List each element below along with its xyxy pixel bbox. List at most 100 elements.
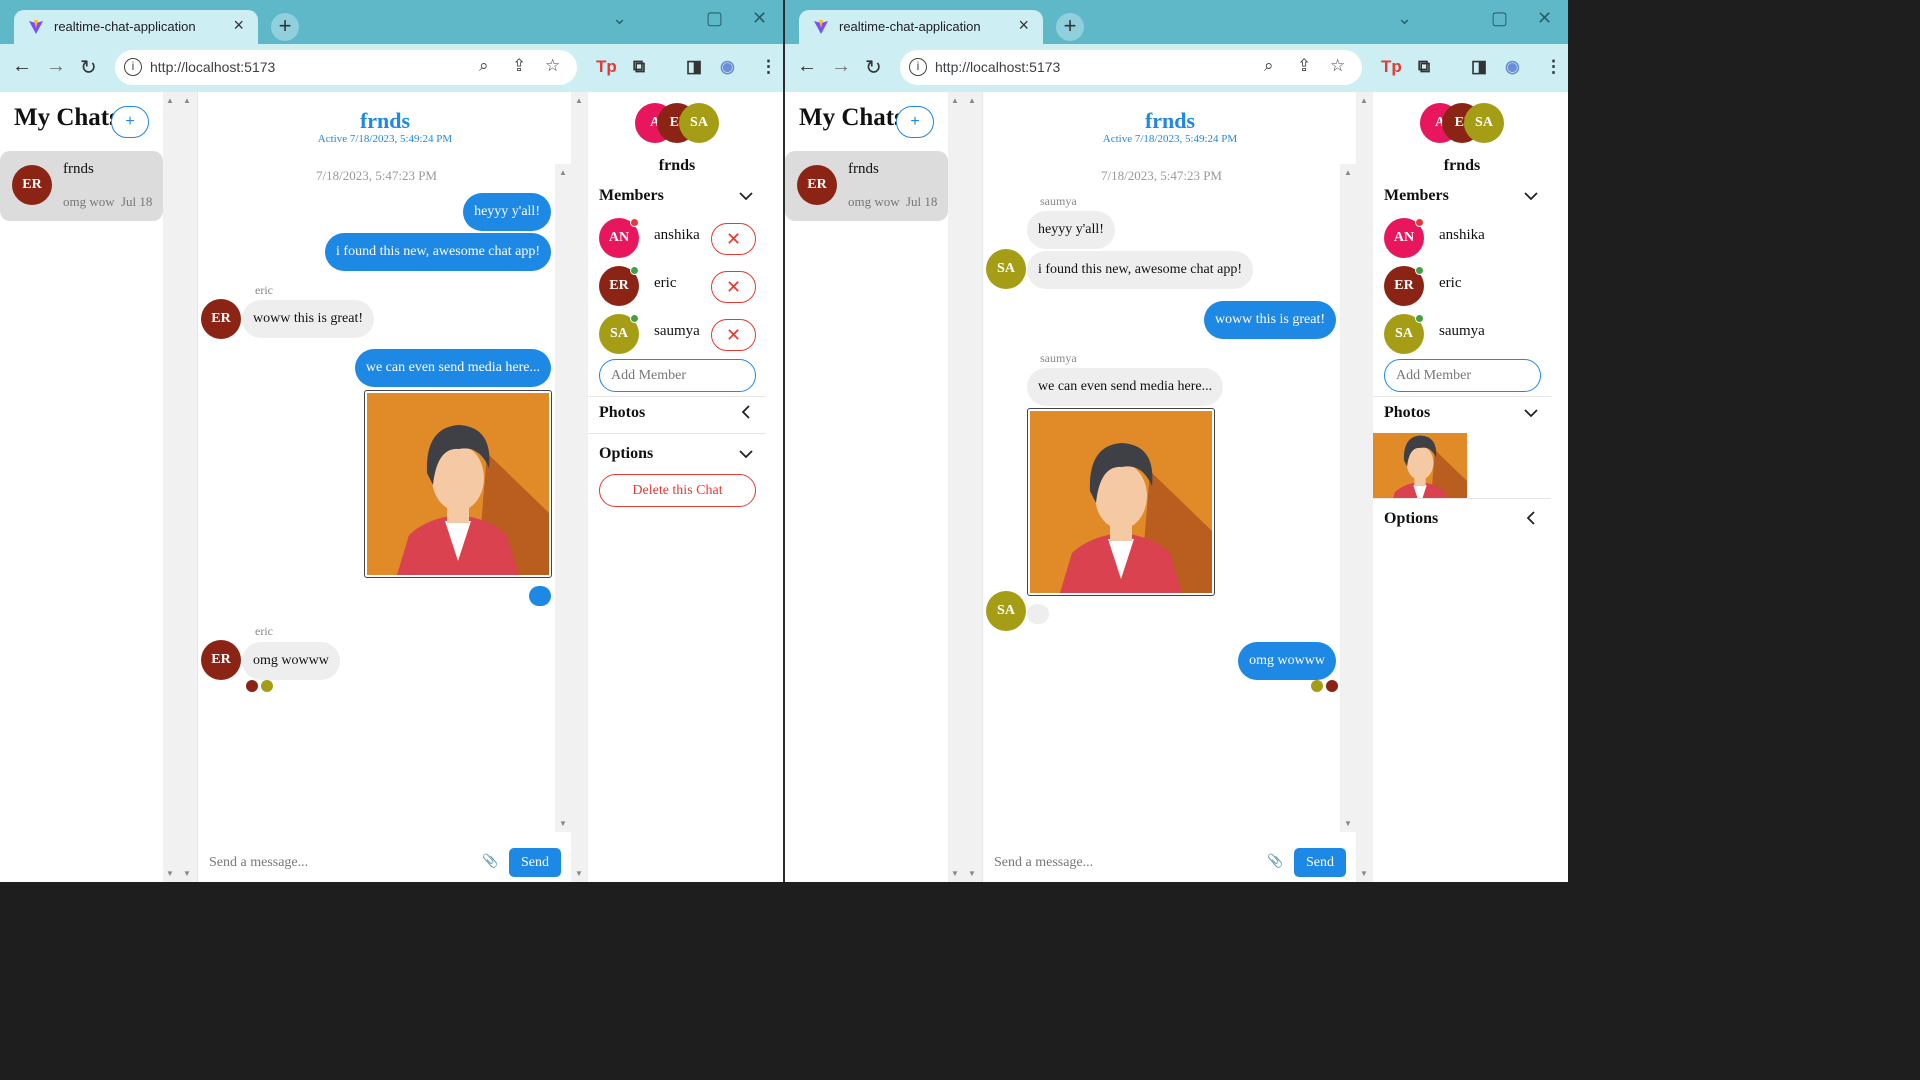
site-info-icon[interactable]: i xyxy=(909,58,927,76)
tp-extension-icon[interactable]: Tp xyxy=(1381,57,1402,77)
close-icon[interactable]: × xyxy=(233,15,244,36)
zoom-icon[interactable]: ⌕ xyxy=(479,56,489,76)
close-icon[interactable]: × xyxy=(1018,15,1029,36)
chat-active-status: Active 7/18/2023, 5:49:24 PM xyxy=(317,133,453,145)
chat-list-item[interactable]: ER frnds omg wow Jul 18 xyxy=(785,151,948,221)
read-receipt-dot xyxy=(1326,680,1338,692)
browser-tab[interactable]: realtime-chat-application × xyxy=(14,10,258,44)
vite-logo-icon xyxy=(29,20,43,34)
chevron-left-icon[interactable] xyxy=(1523,510,1539,526)
extensions-puzzle-icon[interactable]: ⧉ xyxy=(1418,57,1430,77)
member-avatar: ER xyxy=(1384,266,1424,306)
reload-icon[interactable]: ↻ xyxy=(80,55,97,80)
bookmark-star-icon[interactable]: ☆ xyxy=(1330,56,1345,76)
scrollbar[interactable]: ▲ ▲ ▼ ▼ xyxy=(948,92,982,882)
chat-item-name: frnds xyxy=(63,161,94,177)
chat-pane: frnds Active 7/18/2023, 5:49:24 PM 7/18/… xyxy=(197,92,572,882)
window-close-icon[interactable]: ✕ xyxy=(752,8,767,29)
app-page: My Chats + ER frnds omg wow Jul 18 ▲ ▲ ▼ ▼ … xyxy=(785,92,1568,882)
url-text[interactable]: http://localhost:5173 xyxy=(935,59,1060,75)
new-chat-button[interactable]: + xyxy=(111,106,149,138)
message-input[interactable] xyxy=(986,846,1256,880)
chat-list-item[interactable]: ER frnds omg wow Jul 18 xyxy=(0,151,163,221)
members-section-header[interactable]: Members xyxy=(599,187,664,205)
scrollbar[interactable]: ▲ ▼ xyxy=(1356,92,1373,882)
remove-member-button[interactable]: ✕ xyxy=(711,319,756,351)
options-section-header[interactable]: Options xyxy=(1384,510,1438,528)
add-member-input[interactable] xyxy=(599,359,756,392)
photo-thumbnail[interactable] xyxy=(1373,433,1467,498)
extensions-puzzle-icon[interactable]: ⧉ xyxy=(633,57,645,77)
address-bar[interactable]: i http://localhost:5173 ⌕ ⇪ ☆ xyxy=(900,50,1362,85)
member-avatar: ER xyxy=(599,266,639,306)
forward-icon[interactable]: → xyxy=(831,55,851,78)
profile-avatar-icon[interactable]: ◉ xyxy=(1505,57,1520,77)
tp-extension-icon[interactable]: Tp xyxy=(596,57,617,77)
chevron-down-icon[interactable] xyxy=(1523,405,1539,421)
new-tab-icon[interactable]: + xyxy=(271,13,299,41)
minimize-icon[interactable]: ⌄ xyxy=(612,8,627,29)
window-close-icon[interactable]: ✕ xyxy=(1537,8,1552,29)
menu-kebab-icon[interactable]: ⋮ xyxy=(760,57,777,77)
side-panel-icon[interactable]: ◨ xyxy=(686,57,702,77)
bookmark-star-icon[interactable]: ☆ xyxy=(545,56,560,76)
forward-icon[interactable]: → xyxy=(46,55,66,78)
site-info-icon[interactable]: i xyxy=(124,58,142,76)
scrollbar[interactable]: ▲ ▼ xyxy=(1340,164,1357,832)
status-dot xyxy=(630,266,639,275)
scrollbar[interactable]: ▲ ▼ xyxy=(571,92,588,882)
send-button[interactable]: Send xyxy=(509,848,561,877)
sidebar-title: My Chats xyxy=(14,104,119,131)
status-dot xyxy=(1415,314,1424,323)
read-receipt-dot xyxy=(246,680,258,692)
zoom-icon[interactable]: ⌕ xyxy=(1264,56,1274,76)
sending-indicator xyxy=(529,586,551,606)
members-section-header[interactable]: Members xyxy=(1384,187,1449,205)
profile-avatar-icon[interactable]: ◉ xyxy=(720,57,735,77)
member-avatar: AN xyxy=(1384,218,1424,258)
menu-kebab-icon[interactable]: ⋮ xyxy=(1545,57,1562,77)
message-input[interactable] xyxy=(201,846,471,880)
message-bubble-sent: we can even send media here... xyxy=(354,349,551,387)
message-bubble-sent: heyyy y'all! xyxy=(463,193,551,231)
scrollbar[interactable]: ▲ ▲ ▼ ▼ xyxy=(163,92,197,882)
paperclip-icon[interactable]: 📎 xyxy=(1267,853,1283,869)
chevron-down-icon[interactable] xyxy=(738,446,754,462)
photos-section-header[interactable]: Photos xyxy=(1384,404,1430,422)
options-section-header[interactable]: Options xyxy=(599,445,653,463)
new-chat-button[interactable]: + xyxy=(896,106,934,138)
member-avatar: SA xyxy=(599,314,639,354)
media-image[interactable] xyxy=(364,390,552,578)
add-member-input[interactable] xyxy=(1384,359,1541,392)
back-icon[interactable]: ← xyxy=(12,55,32,78)
browser-window-left: realtime-chat-application × + ⌄ ▢ ✕ ← → … xyxy=(0,0,783,882)
chat-item-date: Jul 18 xyxy=(121,194,153,209)
chevron-left-icon[interactable] xyxy=(738,404,754,420)
new-tab-icon[interactable]: + xyxy=(1056,13,1084,41)
send-button[interactable]: Send xyxy=(1294,848,1346,877)
back-icon[interactable]: ← xyxy=(797,55,817,78)
date-divider: 7/18/2023, 5:47:23 PM xyxy=(1101,168,1222,183)
reload-icon[interactable]: ↻ xyxy=(865,55,882,80)
maximize-icon[interactable]: ▢ xyxy=(1491,8,1508,29)
paperclip-icon[interactable]: 📎 xyxy=(482,853,498,869)
chat-item-date: Jul 18 xyxy=(906,194,938,209)
share-icon[interactable]: ⇪ xyxy=(512,56,526,76)
address-bar[interactable]: i http://localhost:5173 ⌕ ⇪ ☆ xyxy=(115,50,577,85)
side-panel-icon[interactable]: ◨ xyxy=(1471,57,1487,77)
remove-member-button[interactable]: ✕ xyxy=(711,223,756,255)
remove-member-button[interactable]: ✕ xyxy=(711,271,756,303)
chevron-down-icon[interactable] xyxy=(738,188,754,204)
minimize-icon[interactable]: ⌄ xyxy=(1397,8,1412,29)
share-icon[interactable]: ⇪ xyxy=(1297,56,1311,76)
maximize-icon[interactable]: ▢ xyxy=(706,8,723,29)
photos-section-header[interactable]: Photos xyxy=(599,404,645,422)
browser-tab[interactable]: realtime-chat-application × xyxy=(799,10,1043,44)
message-composer: 📎 Send xyxy=(983,844,1357,882)
chevron-down-icon[interactable] xyxy=(1523,188,1539,204)
media-image[interactable] xyxy=(1027,408,1215,596)
scrollbar[interactable]: ▲ ▼ xyxy=(555,164,572,832)
url-text[interactable]: http://localhost:5173 xyxy=(150,59,275,75)
divider xyxy=(1373,498,1551,499)
delete-chat-button[interactable]: Delete this Chat xyxy=(599,474,756,507)
